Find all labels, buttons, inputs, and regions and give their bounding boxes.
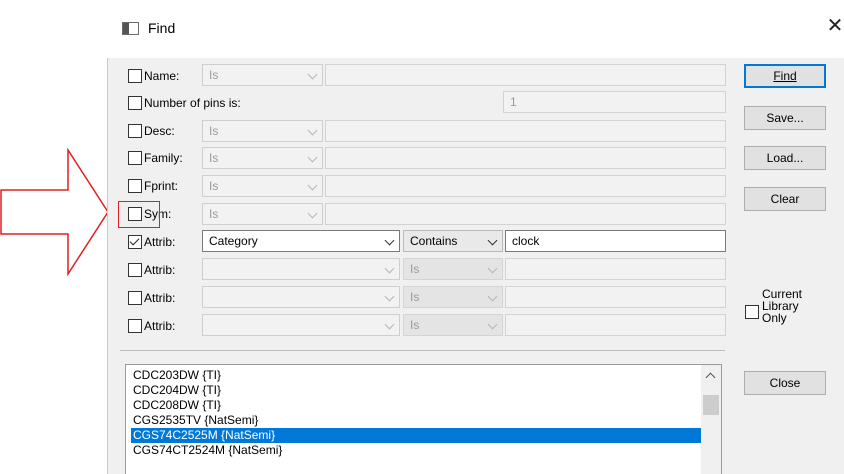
chevron-down-icon [384,235,395,246]
desc-checkbox[interactable] [128,124,142,138]
chevron-down-icon [487,291,498,302]
attrib-2-label: Attrib: [144,263,176,277]
name-label: Name: [144,69,180,83]
family-label: Family: [144,151,183,165]
title-bar [107,0,844,58]
sym-operator-select[interactable]: Is [202,203,323,225]
fprint-row: Fprint: [128,176,178,196]
list-item[interactable]: CDC208DW {TI} [131,398,703,413]
annotation-arrow [0,148,109,276]
list-item[interactable]: CDC203DW {TI} [131,368,703,383]
find-button[interactable]: Find [744,64,826,88]
fprint-value-input[interactable] [325,175,726,197]
family-operator-select[interactable]: Is [202,147,323,169]
pins-checkbox[interactable] [128,96,142,110]
fprint-checkbox[interactable] [128,179,142,193]
attrib-4-value-input[interactable] [505,314,726,336]
attrib-4-name-select[interactable] [202,314,400,336]
divider [120,350,725,351]
fprint-operator-select[interactable]: Is [202,175,323,197]
pins-row: Number of pins is: [128,93,241,113]
current-library-only-checkbox[interactable] [745,305,759,319]
attrib-1-value-input[interactable]: clock [505,230,726,252]
results-list[interactable]: CDC203DW {TI} CDC204DW {TI} CDC208DW {TI… [125,364,722,474]
current-library-only-label: Current Library Only [762,287,803,325]
scroll-thumb[interactable] [703,395,719,415]
close-icon[interactable]: ✕ [826,14,844,38]
name-row: Name: [128,66,179,86]
family-value-input[interactable] [325,147,726,169]
attrib-3-value-input[interactable] [505,286,726,308]
name-checkbox[interactable] [128,69,142,83]
attrib-4-checkbox[interactable] [128,319,142,333]
family-row: Family: [128,148,183,168]
chevron-down-icon [384,291,395,302]
attrib-3-label: Attrib: [144,291,176,305]
attrib-3-name-select[interactable] [202,286,400,308]
chevron-down-icon [307,152,318,163]
pins-value-input[interactable]: 1 [503,91,726,113]
desc-label: Desc: [144,124,175,138]
window-title: Find [148,20,176,36]
attrib-1-name-select[interactable]: Category [202,230,400,252]
sym-value-input[interactable] [325,203,726,225]
clear-button[interactable]: Clear [744,187,826,211]
chevron-down-icon [487,319,498,330]
attrib-3-operator-select[interactable]: Is [403,286,503,308]
attrib-4-label: Attrib: [144,319,176,333]
current-library-only-option[interactable]: Current Library Only [742,288,838,344]
list-item-selected[interactable]: CGS74C2525M {NatSemi} [131,428,703,443]
attrib-2-value-input[interactable] [505,258,726,280]
desc-value-input[interactable] [325,120,726,142]
name-operator-select[interactable]: Is [202,64,323,86]
attrib-2-name-select[interactable] [202,258,400,280]
attrib-row-2: Attrib: [128,260,175,280]
attrib-3-checkbox[interactable] [128,291,142,305]
sym-highlight-box [118,201,160,228]
list-item[interactable]: CGS2535TV {NatSemi} [131,413,703,428]
list-item[interactable]: CDC204DW {TI} [131,383,703,398]
chevron-down-icon [487,263,498,274]
attrib-2-operator-select[interactable]: Is [403,258,503,280]
list-item[interactable]: CGS74CT2524M {NatSemi} [131,443,703,458]
chevron-down-icon [384,263,395,274]
results-scrollbar[interactable] [701,365,721,474]
attrib-row-1: Attrib: [128,232,175,252]
desc-row: Desc: [128,121,175,141]
family-checkbox[interactable] [128,151,142,165]
attrib-1-operator-select[interactable]: Contains [403,230,503,252]
close-button[interactable]: Close [744,371,826,395]
name-value-input[interactable] [325,64,726,86]
attrib-row-3: Attrib: [128,288,175,308]
attrib-row-4: Attrib: [128,316,175,336]
load-button[interactable]: Load... [744,146,826,170]
chevron-down-icon [307,208,318,219]
window-icon [122,22,139,35]
attrib-1-checkbox[interactable] [128,235,142,249]
chevron-down-icon [487,235,498,246]
attrib-2-checkbox[interactable] [128,263,142,277]
desc-operator-select[interactable]: Is [202,120,323,142]
attrib-4-operator-select[interactable]: Is [403,314,503,336]
chevron-down-icon [307,180,318,191]
chevron-down-icon [384,319,395,330]
pins-label: Number of pins is: [144,96,241,110]
attrib-1-label: Attrib: [144,235,176,249]
fprint-label: Fprint: [144,179,179,193]
chevron-down-icon [307,125,318,136]
save-button[interactable]: Save... [744,106,826,130]
scroll-up-icon[interactable] [705,372,716,383]
chevron-down-icon [307,69,318,80]
